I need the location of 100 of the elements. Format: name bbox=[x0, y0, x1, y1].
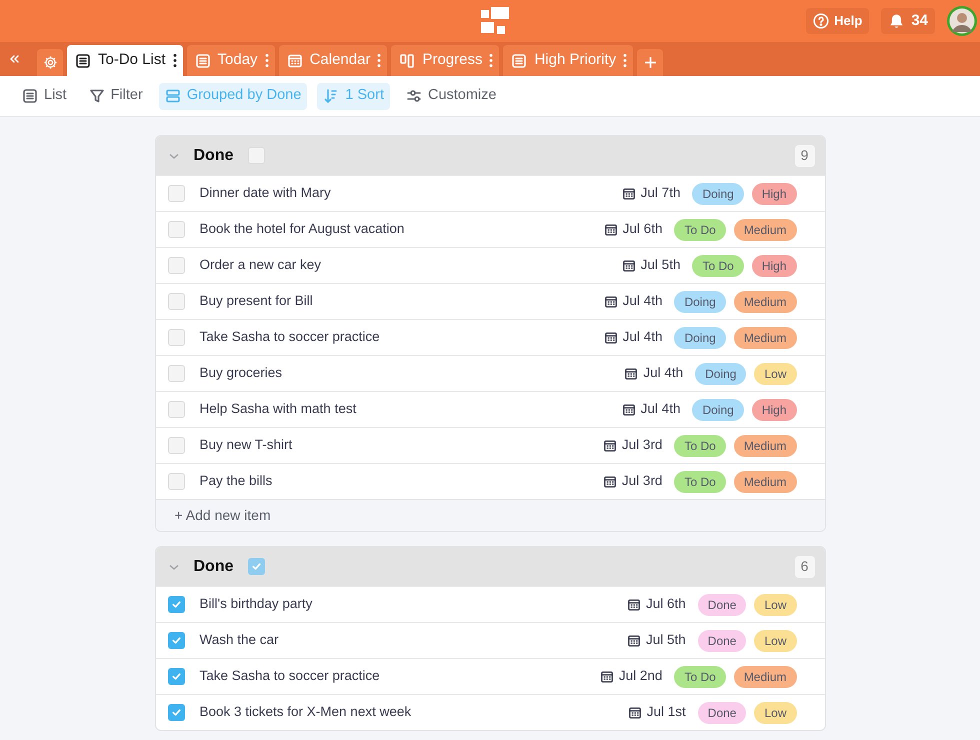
status-tag: To Do bbox=[674, 470, 726, 492]
sliders-icon bbox=[406, 88, 422, 104]
task-row[interactable]: Help Sasha with math test Jul 4th Doing High bbox=[156, 391, 824, 427]
calendar-icon bbox=[627, 634, 642, 648]
checkmark-icon bbox=[170, 671, 182, 682]
task-row[interactable]: Bill's birthday party Jul 6th Done Low bbox=[156, 586, 824, 622]
priority-tag: Medium bbox=[734, 290, 796, 312]
toolbar-button[interactable]: List bbox=[16, 82, 73, 110]
priority-tag: Medium bbox=[734, 666, 796, 688]
calendar-icon bbox=[604, 222, 618, 236]
task-row[interactable]: Dinner date with Mary Jul 7th Doing High bbox=[156, 175, 824, 211]
status-tag: To Do bbox=[674, 434, 726, 456]
calendar-icon bbox=[628, 706, 642, 720]
checkbox[interactable] bbox=[248, 147, 264, 164]
due-date: Jul 5th bbox=[646, 631, 686, 650]
plus-icon bbox=[644, 56, 657, 69]
list-icon bbox=[22, 88, 38, 104]
status-tag: Doing bbox=[692, 182, 744, 204]
checkbox[interactable] bbox=[168, 401, 184, 418]
checkbox[interactable] bbox=[248, 558, 264, 575]
checkbox[interactable] bbox=[168, 596, 184, 613]
checkmark-icon bbox=[250, 561, 262, 572]
task-row[interactable]: Take Sasha to soccer practice Jul 2nd To Do Medium bbox=[156, 658, 824, 694]
add-item-button[interactable]: + Add new item bbox=[174, 505, 271, 526]
checkbox[interactable] bbox=[168, 704, 184, 721]
toolbar-button[interactable]: Filter bbox=[82, 82, 149, 110]
task-row[interactable]: Take Sasha to soccer practice Jul 4th Doing Medium bbox=[156, 319, 824, 355]
task-row[interactable]: Buy groceries Jul 4th Doing Low bbox=[156, 355, 824, 391]
calendar-icon bbox=[624, 366, 638, 380]
due-date: Jul 6th bbox=[622, 220, 662, 238]
due-date: Jul 3rd bbox=[622, 436, 662, 454]
priority-tag: Medium bbox=[734, 218, 796, 240]
checkbox[interactable] bbox=[168, 365, 184, 382]
settings-tab[interactable] bbox=[37, 49, 63, 76]
task-title: Buy present for Bill bbox=[200, 292, 313, 310]
count-badge: 9 bbox=[794, 144, 814, 166]
checkbox[interactable] bbox=[168, 473, 184, 490]
group-title: Done bbox=[194, 556, 234, 576]
status-tag: Done bbox=[698, 630, 746, 652]
tab-label: Progress bbox=[422, 50, 482, 70]
task-row[interactable]: Book the hotel for August vacation Jul 6th To Do Medium bbox=[156, 211, 824, 247]
status-tag: To Do bbox=[692, 254, 744, 276]
status-tag: Done bbox=[698, 594, 746, 616]
checkbox[interactable] bbox=[168, 257, 184, 274]
task-row[interactable]: Book 3 tickets for X-Men next week Jul 1st Done Low bbox=[156, 694, 824, 730]
priority-tag: High bbox=[752, 398, 796, 420]
task-row[interactable]: Buy present for Bill Jul 4th Doing Medium bbox=[156, 283, 824, 319]
calendar-icon bbox=[602, 474, 617, 488]
more-icon[interactable] bbox=[172, 53, 177, 68]
due-date: Jul 2nd bbox=[618, 667, 662, 686]
checkmark-icon bbox=[170, 707, 182, 718]
task-title: Wash the car bbox=[200, 631, 279, 650]
sort-icon bbox=[323, 88, 340, 104]
task-row[interactable]: Wash the car Jul 5th Done Low bbox=[156, 622, 824, 658]
task-row[interactable]: Order a new car key Jul 5th To Do High bbox=[156, 247, 824, 283]
checkbox[interactable] bbox=[168, 668, 184, 685]
toolbar-button[interactable]: Customize bbox=[400, 82, 502, 110]
task-title: Take Sasha to soccer practice bbox=[200, 667, 380, 686]
logo-icon bbox=[481, 7, 509, 35]
calendar-icon bbox=[622, 258, 636, 272]
priority-tag: Medium bbox=[734, 434, 796, 456]
priority-tag: Low bbox=[754, 630, 796, 652]
checkbox[interactable] bbox=[168, 221, 184, 238]
checkbox[interactable] bbox=[168, 185, 184, 202]
checkbox[interactable] bbox=[168, 632, 184, 649]
due-date: Jul 3rd bbox=[622, 472, 662, 490]
due-date: Jul 1st bbox=[646, 703, 686, 722]
calendar-icon bbox=[600, 670, 614, 684]
collapse-icon[interactable] bbox=[8, 53, 20, 65]
add-tab-button[interactable] bbox=[637, 49, 664, 76]
tab[interactable]: To-Do List bbox=[67, 45, 183, 76]
calendar-icon bbox=[604, 330, 618, 344]
checkbox[interactable] bbox=[168, 437, 184, 454]
question-icon bbox=[813, 13, 830, 29]
status-tag: To Do bbox=[674, 218, 726, 240]
list-icon bbox=[194, 52, 211, 68]
tab-label: Calendar bbox=[310, 50, 370, 70]
bell-icon bbox=[888, 12, 906, 30]
task-title: Bill's birthday party bbox=[200, 595, 312, 614]
task-title: Order a new car key bbox=[200, 256, 322, 274]
checkbox[interactable] bbox=[168, 293, 184, 310]
calendar-icon bbox=[602, 438, 617, 452]
calendar-icon bbox=[604, 294, 618, 308]
checkbox[interactable] bbox=[168, 329, 184, 346]
status-tag: Doing bbox=[674, 326, 726, 348]
tab-label: To-Do List bbox=[98, 50, 166, 70]
list-icon bbox=[511, 52, 528, 68]
task-row[interactable]: Buy new T-shirt Jul 3rd To Do Medium bbox=[156, 427, 824, 463]
task-title: Help Sasha with math test bbox=[200, 400, 356, 418]
filter-icon bbox=[88, 88, 105, 104]
due-date: Jul 4th bbox=[622, 292, 662, 310]
calendar-icon bbox=[622, 402, 636, 416]
priority-tag: Low bbox=[754, 702, 796, 724]
status-tag: Done bbox=[698, 702, 746, 724]
status-tag: To Do bbox=[674, 666, 726, 688]
settings-icon bbox=[42, 55, 58, 70]
priority-tag: Low bbox=[754, 362, 796, 384]
due-date: Jul 7th bbox=[640, 184, 680, 202]
avatar[interactable] bbox=[947, 6, 977, 36]
group-title: Done bbox=[194, 146, 234, 166]
